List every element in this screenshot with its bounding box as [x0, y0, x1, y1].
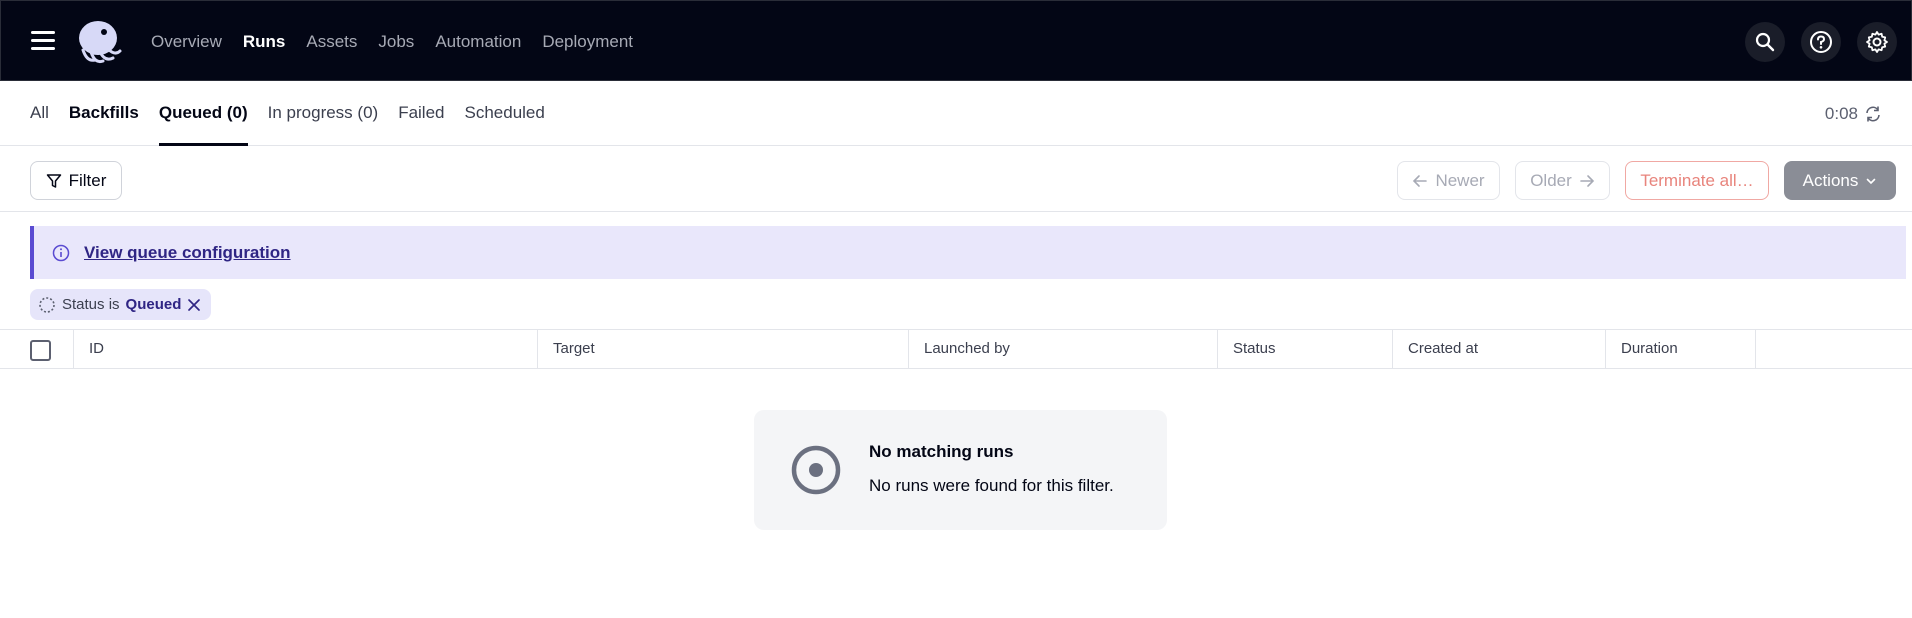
chevron-down-icon — [1867, 178, 1876, 184]
tab-all[interactable]: All — [30, 82, 49, 146]
nav-link-deployment[interactable]: Deployment — [542, 32, 633, 52]
tab-scheduled[interactable]: Scheduled — [465, 82, 545, 146]
search-icon — [1755, 32, 1775, 52]
empty-state: No matching runs No runs were found for … — [754, 410, 1167, 530]
refresh-icon — [1866, 106, 1880, 122]
menu-icon[interactable] — [31, 31, 55, 51]
filter-button[interactable]: Filter — [30, 161, 122, 200]
refresh-timer[interactable]: 0:08 — [1825, 82, 1882, 146]
tab-queued[interactable]: Queued (0) — [158, 82, 248, 146]
column-header-status[interactable]: Status — [1218, 330, 1393, 368]
settings-button[interactable] — [1857, 22, 1897, 62]
help-icon — [1810, 31, 1832, 53]
close-icon[interactable] — [187, 298, 201, 312]
target-icon — [791, 445, 841, 495]
older-button[interactable]: Older — [1515, 161, 1610, 200]
column-header-id[interactable]: ID — [74, 330, 538, 368]
filter-chip-prefix: Status is — [62, 296, 120, 313]
column-header-launched-by[interactable]: Launched by — [909, 330, 1218, 368]
queue-config-banner: View queue configuration — [30, 226, 1906, 279]
nav-link-runs[interactable]: Runs — [243, 32, 286, 52]
arrow-left-icon — [1413, 174, 1428, 187]
toolbar: Filter Newer Older Terminate all… Action… — [0, 146, 1912, 212]
filter-icon — [46, 173, 61, 188]
gear-icon — [1866, 31, 1888, 53]
status-filter-chip: Status is Queued — [30, 289, 212, 320]
tab-backfills[interactable]: Backfills — [69, 82, 139, 146]
empty-state-title: No matching runs — [869, 442, 1014, 461]
empty-state-message: No runs were found for this filter. — [869, 476, 1114, 495]
runs-table-header: ID Target Launched by Status Created at … — [0, 329, 1912, 369]
help-button[interactable] — [1801, 22, 1841, 62]
filter-chip-value: Queued — [125, 296, 182, 313]
terminate-all-button[interactable]: Terminate all… — [1625, 161, 1769, 200]
logo[interactable] — [73, 18, 123, 66]
tab-failed[interactable]: Failed — [398, 82, 444, 146]
info-icon — [52, 244, 70, 261]
search-button[interactable] — [1745, 22, 1785, 62]
newer-button[interactable]: Newer — [1397, 161, 1500, 200]
nav-link-assets[interactable]: Assets — [306, 32, 357, 52]
arrow-right-icon — [1579, 174, 1594, 187]
actions-button-label: Actions — [1802, 170, 1859, 190]
actions-button[interactable]: Actions — [1784, 161, 1896, 200]
nav-link-overview[interactable]: Overview — [151, 32, 222, 52]
column-header-duration[interactable]: Duration — [1606, 330, 1756, 368]
older-button-label: Older — [1530, 170, 1572, 190]
queued-status-icon — [39, 296, 55, 313]
column-header-created-at[interactable]: Created at — [1393, 330, 1606, 368]
select-all-checkbox[interactable] — [30, 340, 51, 361]
column-header-target[interactable]: Target — [538, 330, 909, 368]
nav-link-automation[interactable]: Automation — [435, 32, 521, 52]
view-queue-configuration-link[interactable]: View queue configuration — [84, 243, 291, 263]
top-navigation-bar: Overview Runs Assets Jobs Automation Dep… — [0, 0, 1912, 81]
newer-button-label: Newer — [1435, 170, 1485, 190]
refresh-countdown: 0:08 — [1824, 104, 1858, 123]
nav-link-jobs[interactable]: Jobs — [378, 32, 414, 52]
terminate-all-label: Terminate all… — [1640, 170, 1754, 190]
tab-in-progress[interactable]: In progress (0) — [268, 82, 379, 146]
filter-button-label: Filter — [68, 170, 107, 190]
nav-links: Overview Runs Assets Jobs Automation Dep… — [151, 1, 633, 82]
runs-tab-bar: All Backfills Queued (0) In progress (0)… — [0, 82, 1912, 146]
